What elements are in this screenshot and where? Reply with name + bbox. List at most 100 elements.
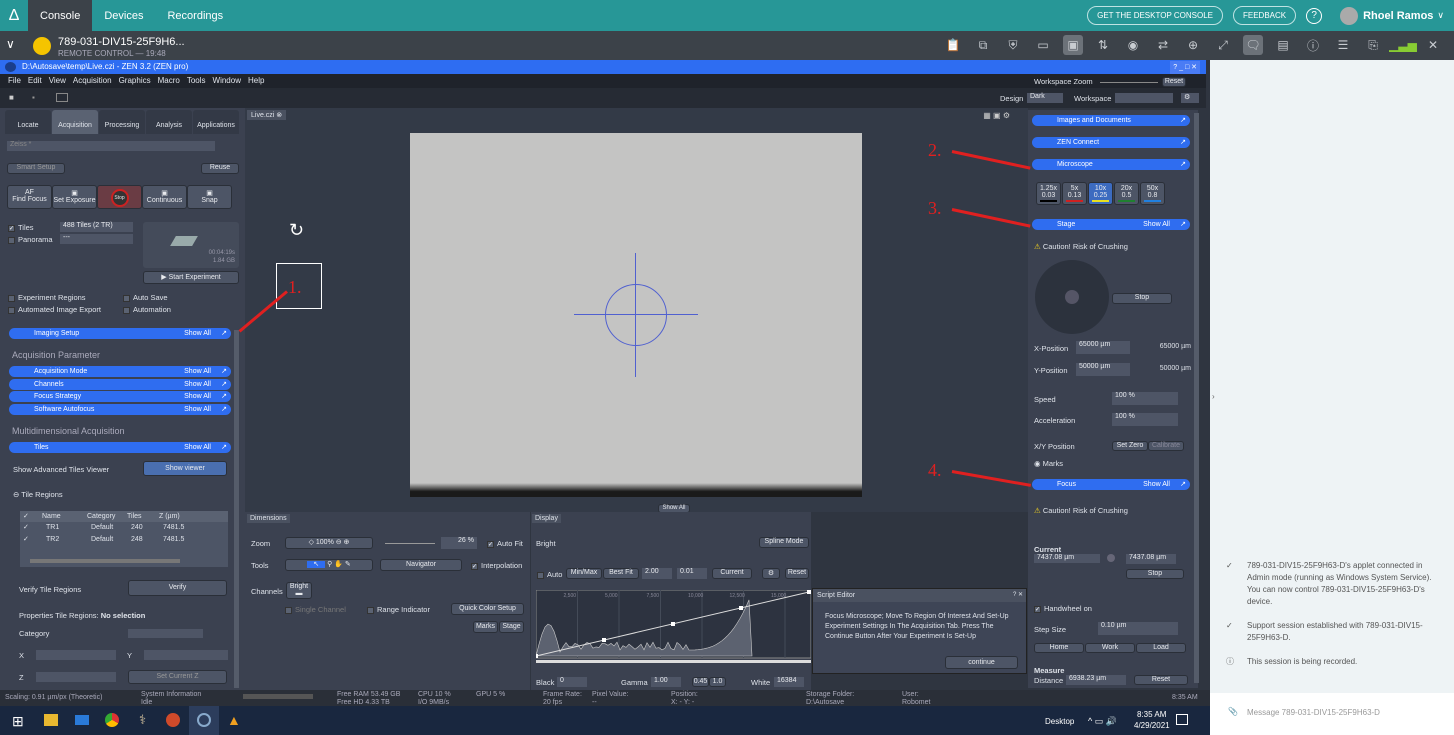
stage-button[interactable]: Stage: [499, 621, 524, 633]
panel-icon[interactable]: [56, 93, 68, 102]
tab-display[interactable]: Display: [532, 514, 561, 523]
live-image[interactable]: [410, 133, 862, 497]
settings-gear-icon[interactable]: ⚙: [1181, 93, 1199, 103]
menu-view[interactable]: View: [49, 76, 66, 85]
handwheel-checkbox[interactable]: ✓ Handwheel on: [1034, 604, 1092, 613]
zen-taskbar-icon[interactable]: [189, 706, 219, 735]
switch-screen-icon[interactable]: ⇄: [1153, 35, 1173, 55]
x-field[interactable]: [36, 650, 116, 660]
measure-reset-button[interactable]: Reset: [1134, 675, 1188, 685]
marks-button[interactable]: Marks: [473, 621, 498, 633]
dialog-close-icon[interactable]: ? ✕: [1013, 591, 1023, 598]
snap-button[interactable]: ▣ Snap: [187, 185, 232, 209]
close-icon[interactable]: ✕: [1423, 35, 1443, 55]
single-channel-checkbox[interactable]: Single Channel: [285, 605, 346, 614]
menu-tools[interactable]: Tools: [187, 76, 206, 85]
table-scrollbar[interactable]: [30, 559, 180, 563]
table-row[interactable]: ✓ TR2 Default 248 7481.5: [20, 534, 228, 546]
panorama-checkbox[interactable]: Panorama: [8, 235, 53, 244]
continuous-button[interactable]: ▣ Continuous: [142, 185, 187, 209]
feedback-button[interactable]: FEEDBACK: [1233, 6, 1296, 25]
bestfit-min-field[interactable]: 2.00: [642, 568, 672, 579]
focus-stop-button[interactable]: Stop: [1126, 569, 1184, 579]
workspace-zoom-slider[interactable]: [1100, 82, 1158, 83]
calibrate-button[interactable]: Calibrate: [1148, 441, 1184, 451]
doc-tab-live[interactable]: Live.czi ⊗: [247, 110, 286, 120]
help-icon[interactable]: ?: [1306, 8, 1322, 24]
find-focus-button[interactable]: AF Find Focus: [7, 185, 52, 209]
y-position-field[interactable]: 50000 µm: [1076, 363, 1130, 376]
section-microscope[interactable]: Microscope ↗: [1032, 159, 1190, 170]
row-checkbox[interactable]: ✓: [20, 534, 38, 546]
auto-checkbox[interactable]: Auto: [537, 570, 562, 579]
navigator-button[interactable]: Navigator: [380, 559, 462, 571]
tab-recordings[interactable]: Recordings: [155, 0, 235, 31]
gamma-10-button[interactable]: 1.0: [709, 677, 726, 687]
zoom-icon[interactable]: ⊕: [1183, 35, 1203, 55]
avatar[interactable]: [1340, 7, 1358, 25]
automated-image-export-checkbox[interactable]: Automated Image Export: [8, 305, 101, 314]
admin-shield-icon[interactable]: ⛨: [1003, 35, 1023, 55]
channel-bright-button[interactable]: Bright ▬: [286, 582, 312, 599]
section-focus[interactable]: Focus Show All ↗: [1032, 479, 1190, 490]
remote-app-icon[interactable]: ▲: [227, 712, 241, 728]
zoom-buttons[interactable]: ◇ 100% ⊖ ⊕: [285, 537, 373, 549]
curve-handle[interactable]: [536, 654, 538, 658]
signal-icon[interactable]: ▁▃▅: [1393, 35, 1413, 55]
menu-window[interactable]: Window: [213, 76, 241, 85]
notifications-icon[interactable]: [1176, 714, 1188, 725]
section-focus-strategy[interactable]: Focus Strategy Show All ↗: [9, 391, 231, 402]
row-checkbox[interactable]: ✓: [20, 522, 38, 534]
section-stage[interactable]: Stage Show All ↗: [1032, 219, 1190, 230]
clipboard-icon[interactable]: 📋: [943, 35, 963, 55]
message-input[interactable]: 📎 Message 789-031-DIV15-25F9H63-D: [1210, 693, 1454, 735]
interpolation-checkbox[interactable]: ✓ Interpolation: [471, 561, 522, 570]
start-experiment-button[interactable]: ▶ Start Experiment: [143, 271, 239, 284]
workspace-reset-button[interactable]: Reset: [1162, 77, 1186, 87]
section-software-autofocus[interactable]: Software Autofocus Show All ↗: [9, 404, 231, 415]
column-header[interactable]: Category: [83, 511, 123, 522]
collapse-panel-icon[interactable]: ›: [1212, 392, 1215, 401]
auto-save-checkbox[interactable]: Auto Save: [123, 293, 168, 302]
tab-locate[interactable]: Locate: [5, 110, 51, 134]
display-reset-button[interactable]: Reset: [785, 568, 809, 579]
workspace-select[interactable]: [1115, 93, 1173, 103]
curve-handle[interactable]: [807, 590, 811, 594]
gamma-field[interactable]: 1.00: [651, 677, 681, 687]
objective-10x[interactable]: 10x 0.25: [1088, 182, 1113, 205]
range-bar[interactable]: [536, 660, 811, 663]
section-images-documents[interactable]: Images and Documents ↗: [1032, 115, 1190, 126]
experiment-regions-checkbox[interactable]: Experiment Regions: [8, 293, 86, 302]
remote-view-icon[interactable]: ▣: [1063, 35, 1083, 55]
target-focus-field[interactable]: 7437.08 µm: [1126, 554, 1176, 564]
app-icon[interactable]: ⚕: [139, 712, 146, 728]
column-header[interactable]: Name: [38, 511, 83, 522]
white-field[interactable]: 16384: [774, 677, 804, 687]
menu-graphics[interactable]: Graphics: [119, 76, 151, 85]
left-scrollbar[interactable]: [234, 330, 239, 688]
tray-icons[interactable]: ^ ▭ 🔊: [1088, 716, 1117, 727]
tab-devices[interactable]: Devices: [92, 0, 155, 31]
objective-20x[interactable]: 20x 0.5: [1114, 182, 1139, 205]
focus-handle-icon[interactable]: [1107, 554, 1115, 562]
y-field[interactable]: [144, 650, 228, 660]
logo-icon[interactable]: ∆: [0, 7, 28, 25]
user-name[interactable]: Rhoel Ramos: [1363, 10, 1433, 22]
display-gear-icon[interactable]: ⚙: [762, 568, 780, 579]
tool-buttons[interactable]: ↖ ⚲ ✋ ✎: [285, 559, 373, 571]
window-controls[interactable]: ? _ □ ✕: [1170, 61, 1200, 75]
section-channels[interactable]: Channels Show All ↗: [9, 379, 231, 390]
objective-5x[interactable]: 5x 0.13: [1062, 182, 1087, 205]
collapse-chevron-icon[interactable]: ∨: [6, 37, 15, 51]
tab-console[interactable]: Console: [28, 0, 92, 31]
section-zen-connect[interactable]: ZEN Connect ↗: [1032, 137, 1190, 148]
tab-dimensions[interactable]: Dimensions: [247, 514, 290, 523]
design-select[interactable]: Dark: [1027, 93, 1063, 103]
column-header[interactable]: Z (µm): [155, 511, 205, 522]
desktop-toolbar[interactable]: Desktop: [1045, 717, 1074, 726]
tile-regions-label[interactable]: ⊖ Tile Regions: [13, 490, 63, 499]
section-imaging-setup[interactable]: Imaging Setup Show All ↗: [9, 328, 231, 339]
menu-file[interactable]: File: [8, 76, 21, 85]
menu-macro[interactable]: Macro: [158, 76, 180, 85]
right-scrollbar[interactable]: [1194, 113, 1199, 683]
